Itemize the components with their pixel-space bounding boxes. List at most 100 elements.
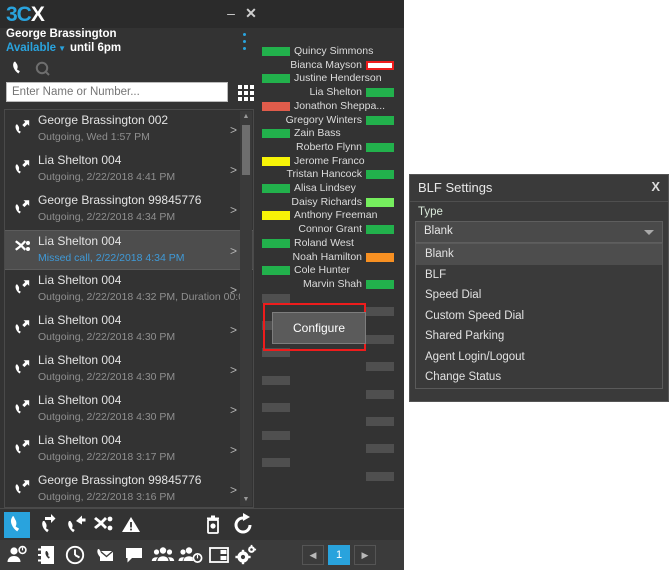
blf-slot[interactable]: Quincy Simmons: [258, 45, 398, 58]
contacts-book-icon[interactable]: [34, 542, 60, 568]
blf-contact-name: Gregory Winters: [285, 113, 362, 126]
call-list-scrollbar[interactable]: ▲ ▼: [240, 111, 252, 506]
blf-slot[interactable]: [258, 401, 398, 414]
type-option[interactable]: BLF: [416, 265, 662, 286]
call-history-icon[interactable]: [62, 542, 88, 568]
trash-icon[interactable]: [200, 512, 226, 538]
blf-slot[interactable]: Jonathon Sheppa...: [258, 100, 398, 113]
blf-slot[interactable]: [258, 470, 398, 483]
type-option[interactable]: Speed Dial: [416, 285, 662, 306]
blf-slot[interactable]: Noah Hamilton: [258, 251, 398, 264]
call-row[interactable]: Lia Shelton 004 Outgoing, 2/22/2018 4:41 …: [5, 150, 253, 190]
blf-slot[interactable]: [258, 456, 398, 469]
call-transfer-icon[interactable]: [62, 512, 88, 538]
refresh-icon[interactable]: [230, 512, 256, 538]
blf-slot[interactable]: [258, 360, 398, 373]
blf-slot[interactable]: Connor Grant: [258, 223, 398, 236]
call-forward-icon[interactable]: [34, 512, 60, 538]
call-row[interactable]: George Brassington 99845776 Outgoing, 2/2…: [5, 470, 253, 507]
search-input[interactable]: [6, 82, 228, 102]
call-row-expand-icon[interactable]: >: [230, 203, 237, 217]
blf-slot[interactable]: Gregory Winters: [258, 114, 398, 127]
call-row[interactable]: Lia Shelton 004 Missed call, 2/22/2018 4:…: [5, 230, 253, 270]
call-row[interactable]: George Brassington 99845776 Outgoing, 2/2…: [5, 190, 253, 230]
status-row[interactable]: Available ▼ until 6pm: [6, 42, 121, 54]
blf-slot[interactable]: Anthony Freeman: [258, 209, 398, 222]
blf-slot[interactable]: Lia Shelton: [258, 86, 398, 99]
blf-slot[interactable]: [258, 442, 398, 455]
scrollbar-thumb[interactable]: [242, 125, 250, 175]
presence-user-icon[interactable]: [4, 542, 30, 568]
type-option[interactable]: Shared Parking: [416, 326, 662, 347]
type-option[interactable]: Agent Login/Logout: [416, 347, 662, 368]
chevron-down-icon[interactable]: ▼: [58, 44, 66, 53]
blf-slot[interactable]: Roberto Flynn: [258, 141, 398, 154]
panel-layout-icon[interactable]: [206, 542, 232, 568]
phone-icon[interactable]: [4, 512, 30, 538]
overflow-menu-button[interactable]: [243, 33, 247, 54]
call-row-expand-icon[interactable]: >: [230, 283, 237, 297]
call-row[interactable]: Lia Shelton 004 Outgoing, 2/22/2018 4:30 …: [5, 350, 253, 390]
dialpad-icon[interactable]: [236, 83, 256, 103]
call-row[interactable]: Lia Shelton 004 Outgoing, 2/22/2018 4:30 …: [5, 390, 253, 430]
dialog-title-bar: BLF Settings X: [410, 175, 668, 202]
pager-next-button[interactable]: ▶: [354, 545, 376, 565]
dialog-close-button[interactable]: X: [651, 179, 660, 194]
call-detail: Outgoing, 2/22/2018 4:30 PM: [38, 331, 176, 343]
call-row[interactable]: George Brassington 002 Outgoing, Wed 1:57…: [5, 110, 253, 150]
blf-slot[interactable]: Alisa Lindsey: [258, 182, 398, 195]
call-row[interactable]: Lia Shelton 004 Outgoing, 2/22/2018 4:32 …: [5, 270, 253, 310]
call-icon[interactable]: [8, 58, 30, 80]
call-row-expand-icon[interactable]: >: [230, 403, 237, 417]
blf-slot[interactable]: Zain Bass: [258, 127, 398, 140]
type-option[interactable]: Blank: [416, 244, 662, 265]
type-option[interactable]: Custom Speed Dial: [416, 306, 662, 327]
call-history-list[interactable]: George Brassington 002 Outgoing, Wed 1:57…: [4, 109, 254, 508]
minimize-button[interactable]: –: [222, 4, 240, 22]
blf-slot[interactable]: [258, 374, 398, 387]
pager-page-1-button[interactable]: 1: [328, 545, 350, 565]
call-row-expand-icon[interactable]: >: [230, 363, 237, 377]
alert-icon[interactable]: [118, 512, 144, 538]
configure-button[interactable]: Configure: [272, 312, 366, 344]
group-status-icon[interactable]: [178, 542, 204, 568]
type-select[interactable]: Blank: [415, 221, 663, 243]
call-row-expand-icon[interactable]: >: [230, 483, 237, 497]
blf-panel[interactable]: Quincy Simmons Bianca Mayson Justine Hende…: [258, 34, 404, 508]
blf-slot[interactable]: Daisy Richards: [258, 196, 398, 209]
type-option[interactable]: Change Status: [416, 367, 662, 388]
call-row[interactable]: Lia Shelton 004 Outgoing, 2/22/2018 4:30 …: [5, 310, 253, 350]
blf-slot[interactable]: Tristan Hancock: [258, 168, 398, 181]
settings-gear-icon[interactable]: [232, 542, 258, 568]
blf-slot[interactable]: [258, 388, 398, 401]
search-icon[interactable]: [32, 58, 54, 80]
status-value[interactable]: Available: [6, 42, 56, 54]
call-row-expand-icon[interactable]: >: [230, 323, 237, 337]
blf-slot[interactable]: [258, 429, 398, 442]
blf-slot[interactable]: [258, 415, 398, 428]
blf-slot[interactable]: Roland West: [258, 237, 398, 250]
group-icon[interactable]: [150, 542, 176, 568]
blf-slot[interactable]: Cole Hunter: [258, 264, 398, 277]
scroll-up-arrow[interactable]: ▲: [240, 111, 252, 123]
scroll-down-arrow[interactable]: ▼: [240, 494, 252, 506]
blf-contact-name: Zain Bass: [294, 127, 341, 140]
call-row-expand-icon[interactable]: >: [230, 244, 237, 258]
call-row[interactable]: Lia Shelton 004 Outgoing, 2/22/2018 3:17 …: [5, 430, 253, 470]
user-name: George Brassington: [6, 28, 117, 40]
call-row-expand-icon[interactable]: >: [230, 163, 237, 177]
blf-slot[interactable]: Justine Henderson: [258, 72, 398, 85]
blf-status-badge: [262, 430, 290, 440]
call-detail: Outgoing, 2/22/2018 4:34 PM: [38, 211, 176, 223]
close-button[interactable]: ✕: [242, 4, 260, 22]
conference-icon[interactable]: [90, 512, 116, 538]
blf-slot[interactable]: Bianca Mayson: [258, 59, 398, 72]
pager-prev-button[interactable]: ◀: [302, 545, 324, 565]
blf-slot[interactable]: Marvin Shah: [258, 278, 398, 291]
voicemail-icon[interactable]: [91, 542, 117, 568]
type-select-options[interactable]: Blank BLF Speed Dial Custom Speed Dial Share…: [415, 243, 663, 389]
chat-icon[interactable]: [121, 542, 147, 568]
call-row-expand-icon[interactable]: >: [230, 123, 237, 137]
blf-slot[interactable]: Jerome Franco: [258, 155, 398, 168]
call-row-expand-icon[interactable]: >: [230, 443, 237, 457]
